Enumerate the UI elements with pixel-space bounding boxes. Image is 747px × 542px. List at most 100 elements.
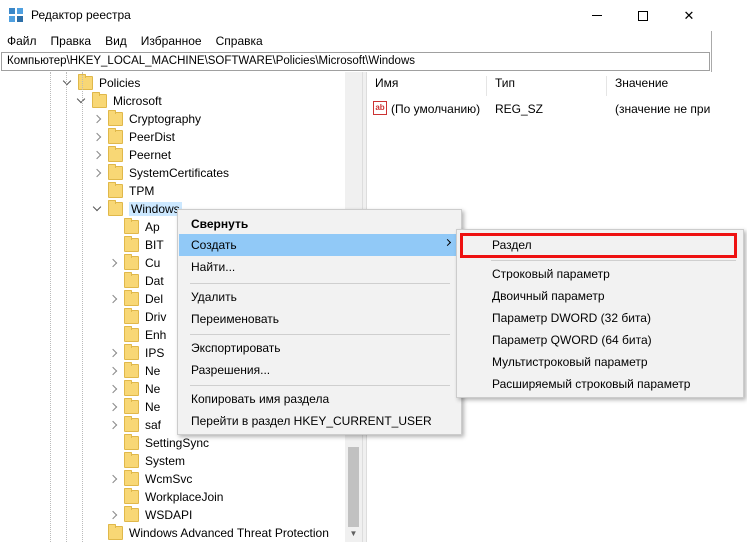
ctx-separator [190,283,450,284]
ctx-find[interactable]: Найти... [179,256,460,278]
folder-icon [124,254,139,270]
sub-expandstring[interactable]: Расширяемый строковый параметр [458,373,742,395]
chevron-right-icon[interactable] [108,384,118,394]
tree-item[interactable]: TPM [92,182,154,200]
tree-item[interactable]: Enh [108,326,166,344]
tree-item[interactable]: Windows [92,200,182,218]
sub-key[interactable]: Раздел [458,234,742,256]
scroll-down-icon[interactable]: ▼ [345,525,362,542]
tree-item-label: Ne [145,400,161,414]
create-submenu: Раздел Строковый параметр Двоичный парам… [456,229,744,398]
chevron-down-icon[interactable] [62,78,72,89]
sub-multistring[interactable]: Мультистроковый параметр [458,351,742,373]
folder-icon [78,74,93,90]
chevron-right-icon[interactable] [92,168,102,178]
menu-edit[interactable]: Правка [44,31,99,51]
ctx-export[interactable]: Экспортировать [179,337,460,359]
ctx-collapse[interactable]: Свернуть [179,213,460,235]
chevron-right-icon[interactable] [108,294,118,304]
minimize-button[interactable] [574,0,620,31]
tree-item[interactable]: SystemCertificates [92,164,229,182]
column-header-name[interactable]: Имя [367,76,487,96]
tree-item[interactable]: saf [108,416,161,434]
folder-icon [124,272,139,288]
folder-icon [124,326,139,342]
value-row-default[interactable]: ab (По умолчанию) REG_SZ (значение не пр… [367,100,712,118]
tree-item[interactable]: Ap [108,218,160,236]
chevron-right-icon[interactable] [108,510,118,520]
close-button[interactable]: ✕ [666,0,712,31]
tree-item-label: saf [145,418,162,432]
tree-item-label: Ne [145,364,161,378]
chevron-right-icon[interactable] [108,402,118,412]
tree-item-label: TPM [129,184,155,198]
sub-binary[interactable]: Двоичный параметр [458,285,742,307]
minimize-icon [592,15,602,16]
tree-item[interactable]: Ne [108,398,160,416]
tree-item[interactable]: WcmSvc [108,470,192,488]
tree-item-label: Microsoft [113,94,162,108]
tree-item[interactable]: SettingSync [108,434,209,452]
tree-item-label: Ap [145,220,160,234]
chevron-right-icon[interactable] [92,132,102,142]
tree-scrollbar-thumb[interactable] [348,447,359,527]
ctx-separator [190,334,450,335]
maximize-button[interactable] [620,0,666,31]
sub-qword[interactable]: Параметр QWORD (64 бита) [458,329,742,351]
tree-item[interactable]: Driv [108,308,166,326]
sub-dword[interactable]: Параметр DWORD (32 бита) [458,307,742,329]
title-bar: Редактор реестра ✕ [0,0,712,31]
tree-item[interactable]: PeerDist [92,128,175,146]
ctx-rename[interactable]: Переименовать [179,308,460,330]
tree-item[interactable]: WorkplaceJoin [108,488,223,506]
tree-item[interactable]: Cu [108,254,160,272]
chevron-right-icon[interactable] [92,114,102,124]
tree-item[interactable]: IPS [108,344,164,362]
tree-item[interactable]: WSDAPI [108,506,192,524]
tree-item[interactable]: Windows Advanced Threat Protection [92,524,329,542]
menu-file[interactable]: Файл [0,31,44,51]
sub-string[interactable]: Строковый параметр [458,263,742,285]
menu-favorites[interactable]: Избранное [134,31,209,51]
tree-item[interactable]: Ne [108,380,160,398]
ctx-delete[interactable]: Удалить [179,286,460,308]
close-icon: ✕ [683,7,695,23]
menu-help[interactable]: Справка [209,31,270,51]
chevron-down-icon[interactable] [92,204,102,215]
ctx-create-label: Создать [191,238,237,252]
chevron-right-icon[interactable] [108,420,118,430]
tree-item[interactable]: BIT [108,236,164,254]
chevron-down-icon[interactable] [76,96,86,107]
tree-item[interactable]: Dat [108,272,164,290]
column-header-type[interactable]: Тип [487,76,607,96]
chevron-right-icon[interactable] [108,348,118,358]
folder-icon [124,470,139,486]
ctx-goto-hkcu[interactable]: Перейти в раздел HKEY_CURRENT_USER [179,410,460,432]
folder-icon [124,452,139,468]
chevron-right-icon[interactable] [108,258,118,268]
folder-icon [108,524,123,540]
tree-item[interactable]: Peernet [92,146,171,164]
column-header-value[interactable]: Значение [607,76,712,96]
tree-item[interactable]: Policies [62,74,140,92]
tree-item[interactable]: Del [108,290,163,308]
ctx-permissions[interactable]: Разрешения... [179,359,460,381]
menu-view[interactable]: Вид [98,31,134,51]
ctx-copy-key-name[interactable]: Копировать имя раздела [179,388,460,410]
chevron-right-icon[interactable] [108,474,118,484]
ctx-create[interactable]: Создать [179,234,460,256]
tree-item[interactable]: Microsoft [76,92,162,110]
tree-item-label: WSDAPI [145,508,193,522]
tree-guide-line [50,72,51,542]
folder-icon [124,362,139,378]
folder-icon [124,236,139,252]
address-bar[interactable]: Компьютер\HKEY_LOCAL_MACHINE\SOFTWARE\Po… [1,52,710,71]
tree-item[interactable]: System [108,452,185,470]
chevron-right-icon[interactable] [108,366,118,376]
tree-item[interactable]: Ne [108,362,160,380]
folder-icon [124,398,139,414]
folder-icon [92,92,107,108]
tree-item-label: BIT [145,238,164,252]
chevron-right-icon[interactable] [92,150,102,160]
tree-item[interactable]: Cryptography [92,110,201,128]
